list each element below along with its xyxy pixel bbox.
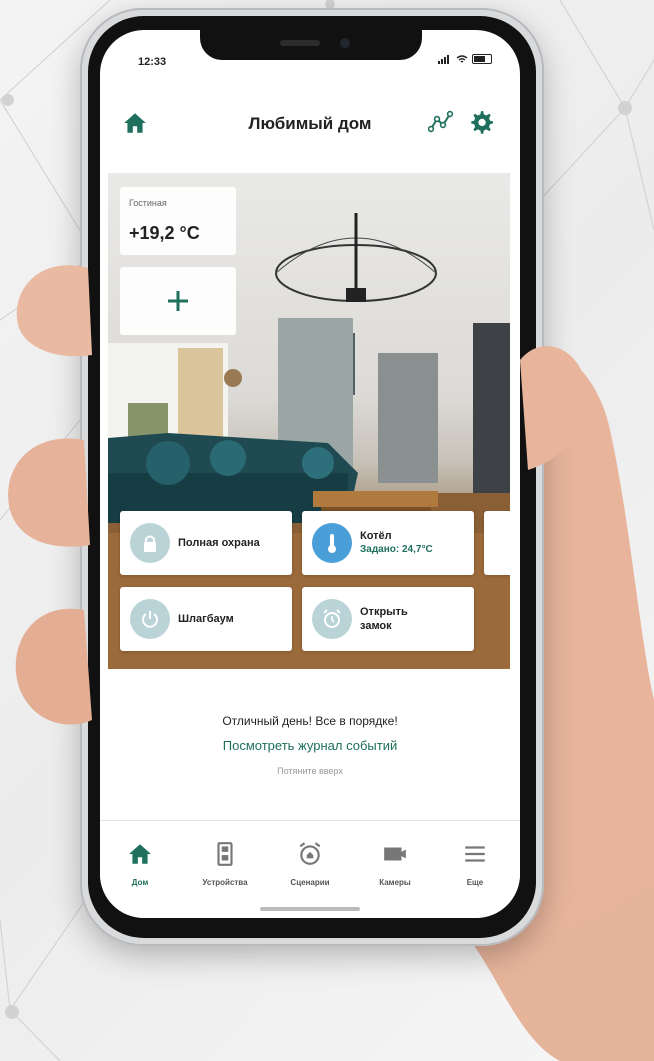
room-temperature-card[interactable]: Гостиная +19,2 °C: [120, 187, 236, 255]
signal-icon: [438, 54, 452, 64]
tab-devices[interactable]: Устройства: [185, 841, 265, 887]
tile-full-security[interactable]: Полная охрана: [120, 511, 292, 575]
tile-boiler[interactable]: Котёл Задано: 24,7°C: [302, 511, 474, 575]
room-photo: Гостиная +19,2 °C Полная охрана Котёл За…: [108, 173, 510, 669]
tab-cameras[interactable]: Камеры: [355, 841, 435, 887]
status-time: 12:33: [138, 56, 167, 68]
front-camera: [340, 38, 350, 48]
notch: [200, 30, 422, 60]
camera-icon: [384, 847, 406, 861]
wifi-icon: [456, 54, 468, 63]
tab-label: Сценарии: [290, 878, 330, 887]
automation-graph-icon[interactable]: [428, 109, 454, 135]
status-message: Отличный день! Все в порядке!: [222, 714, 398, 728]
battery-icon: [472, 54, 492, 64]
app-header: Любимый дом: [100, 92, 520, 152]
room-name: Гостиная: [129, 198, 167, 208]
power-icon: [130, 599, 170, 639]
tile-label: Открыть замок: [360, 606, 408, 632]
page-title: Любимый дом: [248, 114, 372, 133]
speaker: [280, 40, 320, 46]
gear-icon[interactable]: [468, 109, 494, 135]
alarm-clock-icon: [299, 842, 321, 865]
home-indicator: [260, 907, 360, 911]
tab-label: Еще: [466, 878, 484, 887]
tile-label: Котёл: [360, 530, 392, 542]
alarm-clock-icon: [312, 599, 352, 639]
lock-icon: [130, 523, 170, 563]
tile-barrier[interactable]: Шлагбаум: [120, 587, 292, 651]
tab-scenarios[interactable]: Сценарии: [270, 841, 350, 887]
add-widget-button[interactable]: [120, 267, 236, 335]
tab-more[interactable]: Еще: [435, 841, 515, 887]
tab-home[interactable]: Дом: [100, 841, 180, 887]
home-icon: [129, 844, 151, 864]
thermometer-icon: [312, 523, 352, 563]
tab-bar: Дом Устройства Сценарии Камеры Еще: [100, 820, 520, 918]
devices-icon: [217, 842, 233, 866]
status-icons: [438, 54, 492, 64]
tab-label: Устройства: [202, 878, 248, 887]
room-temperature: +19,2 °C: [129, 223, 200, 243]
pull-up-hint: Потяните вверх: [277, 766, 343, 776]
tile-open-lock[interactable]: Открыть замок: [302, 587, 474, 651]
tile-label: Шлагбаум: [178, 613, 234, 625]
tile-setpoint: Задано: 24,7°C: [360, 544, 433, 555]
tab-label: Камеры: [379, 878, 411, 887]
app-screen: 12:33 Любимый дом Гостиная +19,2 °C Полн…: [100, 30, 520, 918]
tile-label: Полная охрана: [178, 537, 260, 549]
tab-label: Дом: [131, 878, 149, 887]
plus-icon: [168, 291, 188, 311]
menu-icon: [465, 846, 485, 862]
tile-partial[interactable]: [484, 511, 510, 575]
event-log-link[interactable]: Посмотреть журнал событий: [100, 738, 520, 753]
